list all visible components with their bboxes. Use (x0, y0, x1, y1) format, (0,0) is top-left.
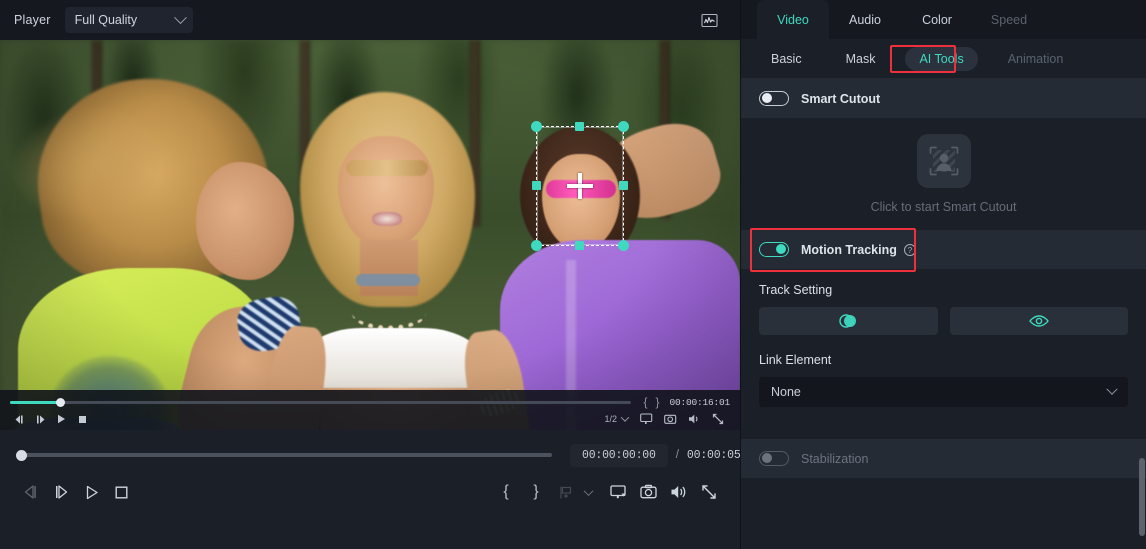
stage-fullscreen-button[interactable] (709, 411, 727, 427)
resize-handle-bottom-center[interactable] (575, 241, 584, 250)
video-scene-image (0, 40, 740, 430)
tab-speed: Speed (990, 12, 1028, 27)
tab-ai-tools[interactable]: AI Tools (905, 46, 978, 71)
stage-next-frame-button[interactable] (31, 411, 49, 427)
resize-handle-top-center[interactable] (575, 122, 584, 131)
mark-out-button[interactable]: } (521, 483, 551, 501)
smart-cutout-toggle[interactable] (759, 91, 789, 106)
fullscreen-button[interactable] (694, 479, 724, 505)
time-separator: / (675, 449, 679, 461)
tab-color[interactable]: Color (901, 0, 973, 39)
link-element-select[interactable]: None (759, 377, 1128, 407)
question-mark-icon[interactable]: ? (903, 243, 916, 256)
stage-stop-button[interactable] (73, 411, 91, 427)
stabilization-toggle (759, 451, 789, 466)
link-element-label: Link Element (759, 353, 832, 367)
timeline-playhead[interactable] (16, 449, 27, 461)
stage-progress-knob[interactable] (55, 397, 65, 407)
add-marker-icon (551, 479, 581, 505)
chevron-down-icon[interactable] (620, 413, 630, 422)
tracking-overlap-button[interactable] (759, 307, 938, 335)
panel-content: Smart Cutout Click to start Smart Cutout… (741, 79, 1146, 549)
editor-window: Player Full Quality {} 00:00:16:01 1/2 … (0, 0, 1146, 549)
motion-tracking-selection-box[interactable] (531, 121, 629, 251)
panel-scrollbar-thumb[interactable] (1139, 458, 1145, 536)
panel-scrollbar[interactable] (1139, 158, 1145, 549)
tab-audio[interactable]: Audio (829, 0, 901, 39)
stage-zoom-fraction[interactable]: 1/2 (604, 414, 617, 424)
track-setting-buttons (759, 307, 1128, 335)
motion-tracking-toggle[interactable] (759, 242, 789, 257)
stage-mark-in-button[interactable]: { (639, 395, 651, 409)
resize-handle-top-left[interactable] (531, 121, 542, 132)
stage-play-button[interactable] (52, 411, 70, 427)
smart-cutout-title: Smart Cutout (801, 91, 881, 106)
video-frame (0, 40, 740, 430)
stop-button[interactable] (106, 479, 136, 505)
link-element-value: None (771, 385, 801, 399)
motion-tracking-header: Motion Tracking ? (741, 230, 1146, 269)
motion-tracking-body: Track Setting Link Element None (741, 269, 1146, 423)
stage-display-button[interactable] (637, 411, 655, 427)
player-label: Player (14, 13, 51, 27)
resize-handle-top-right[interactable] (618, 121, 629, 132)
display-button[interactable] (604, 479, 634, 505)
tab-basic[interactable]: Basic (757, 47, 816, 71)
chevron-down-icon (173, 10, 187, 24)
tracking-crosshair-icon[interactable] (567, 173, 593, 199)
current-time-field[interactable]: 00:00:00:00 (570, 443, 668, 467)
timeline-scrubber[interactable] (16, 449, 552, 461)
player-header: Player Full Quality (0, 0, 740, 40)
play-button[interactable] (76, 479, 106, 505)
start-smart-cutout-button[interactable]: Click to start Smart Cutout (759, 122, 1128, 226)
video-stage[interactable]: { } 00:00:16:01 1/2 (0, 40, 740, 430)
stabilization-title: Stabilization (801, 451, 869, 466)
resize-handle-bottom-left[interactable] (531, 240, 542, 251)
player-header-right (696, 9, 730, 31)
quality-value: Full Quality (74, 13, 138, 27)
resize-handle-bottom-right[interactable] (618, 240, 629, 251)
waveform-graph-icon[interactable] (696, 9, 722, 31)
tracking-preview-button[interactable] (949, 307, 1128, 335)
person-cutout-icon (916, 134, 971, 188)
stage-control-bar: { } 00:00:16:01 1/2 (0, 390, 740, 430)
stabilization-header: Stabilization (741, 439, 1146, 478)
stage-volume-button[interactable] (685, 411, 703, 427)
snapshot-button[interactable] (634, 479, 664, 505)
volume-button[interactable] (664, 479, 694, 505)
prev-frame-button[interactable] (16, 479, 46, 505)
resize-handle-right-middle[interactable] (619, 181, 628, 190)
stage-timecode: 00:00:16:01 (669, 396, 730, 408)
stage-progress-bar[interactable] (10, 397, 632, 407)
main-tab-bar: Video Audio Color Speed (741, 0, 1146, 39)
tab-video[interactable]: Video (757, 0, 829, 39)
chevron-down-icon (1106, 383, 1118, 395)
smart-cutout-caption: Click to start Smart Cutout (870, 200, 1017, 214)
stage-prev-frame-button[interactable] (10, 411, 28, 427)
resize-handle-left-middle[interactable] (532, 181, 541, 190)
stage-mark-out-button[interactable]: } (651, 395, 663, 409)
smart-cutout-body: Click to start Smart Cutout (741, 118, 1146, 230)
next-frame-button[interactable] (46, 479, 76, 505)
mark-in-button[interactable]: { (491, 483, 521, 501)
track-setting-label: Track Setting (759, 283, 833, 297)
chevron-down-icon[interactable] (583, 485, 594, 496)
stage-snapshot-button[interactable] (661, 411, 679, 427)
smart-cutout-header: Smart Cutout (741, 79, 1146, 118)
sub-tab-bar: Basic Mask AI Tools Animation (741, 39, 1146, 79)
tab-animation: Animation (1007, 51, 1064, 66)
transport-bar: 00:00:00:00 / 00:00:05:01 {} (0, 430, 761, 549)
motion-tracking-title: Motion Tracking (801, 242, 897, 257)
properties-panel: Video Audio Color Speed Basic Mask AI To… (740, 0, 1146, 549)
player-column: Player Full Quality {} 00:00:16:01 1/2 … (0, 0, 761, 549)
section-divider (741, 423, 1146, 439)
tab-mask[interactable]: Mask (832, 47, 890, 71)
quality-select[interactable]: Full Quality (64, 7, 193, 33)
